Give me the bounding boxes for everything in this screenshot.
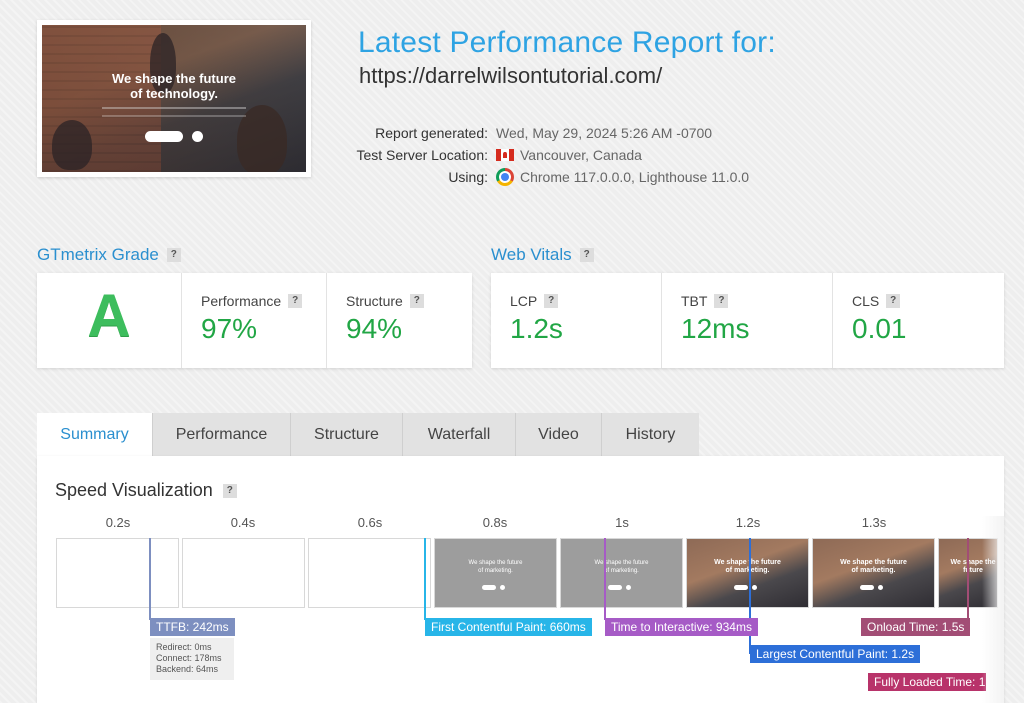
ttfb-breakdown: Redirect: 0ms Connect: 178ms Backend: 64… [150,638,234,680]
site-thumbnail: We shape the future of technology. [37,20,311,177]
lcp-marker-line [749,538,751,654]
chrome-icon [496,168,514,186]
tti-tag[interactable]: Time to Interactive: 934ms [605,618,758,636]
time-label: 1.3s [861,515,887,530]
report-meta: Report generated: Wed, May 29, 2024 5:26… [340,122,749,188]
filmstrip-frame[interactable]: We shape the future of marketing. [812,538,935,608]
fully-loaded-tag[interactable]: Fully Loaded Time: 1. [868,673,986,691]
lcp-tag[interactable]: Largest Contentful Paint: 1.2s [750,645,921,663]
grade-card: A Performance? 97% Structure? 94% [37,273,472,368]
ttfb-tag[interactable]: TTFB: 242ms [150,618,235,636]
tab-structure[interactable]: Structure [291,413,403,456]
time-label: 0.4s [230,515,256,530]
filmstrip-frame[interactable]: We shape the future of marketing. [434,538,557,608]
help-icon[interactable]: ? [714,294,729,308]
meta-row-report-generated: Report generated: Wed, May 29, 2024 5:26… [375,125,713,141]
thumbnail-headline: We shape the future of technology. [111,71,236,101]
tab-summary[interactable]: Summary [37,413,153,456]
speed-visualization-heading: Speed Visualization ? [55,480,237,501]
site-screenshot: We shape the future of technology. [42,25,306,172]
gtmetrix-grade-heading: GTmetrix Grade ? [37,245,181,265]
time-label: 1.2s [735,515,761,530]
filmstrip-frame[interactable] [308,538,431,608]
fcp-tag[interactable]: First Contentful Paint: 660ms [425,618,592,636]
help-icon[interactable]: ? [288,294,303,308]
help-icon[interactable]: ? [886,294,901,308]
onload-marker-line [967,538,969,620]
thumbnail-subtext [102,107,246,117]
lcp-cell: LCP? 1.2s [491,273,662,368]
time-label: 1s [615,515,629,530]
filmstrip-frame[interactable] [56,538,179,608]
time-label: 0.2s [105,515,131,530]
cls-value: 0.01 [852,313,907,344]
performance-score: 97% [201,313,258,344]
grade-letter: A [87,282,131,349]
report-url[interactable]: https://darrelwilsontutorial.com/ [359,63,662,89]
tab-history[interactable]: History [602,413,699,456]
performance-score-cell: Performance? 97% [182,273,327,368]
canada-flag-icon [496,149,514,161]
person-silhouette [52,120,92,170]
tab-performance[interactable]: Performance [153,413,291,456]
summary-panel: Speed Visualization ? 0.2s 0.4s 0.6s 0.8… [37,456,1004,703]
report-title: Latest Performance Report for: [358,26,776,59]
cls-cell: CLS? 0.01 [852,293,907,344]
time-label: 0.6s [357,515,383,530]
meta-row-using: Using: Chrome 117.0.0.0, Lighthouse 11.0… [448,168,750,186]
tti-marker-line [604,538,606,620]
filmstrip-frame[interactable]: We shape the future of marketing. [560,538,683,608]
web-vitals-card: LCP? 1.2s TBT? 12ms CLS? 0.01 [491,273,1004,368]
thumbnail-button [145,131,183,142]
help-icon[interactable]: ? [409,294,424,308]
tab-video[interactable]: Video [516,413,602,456]
ttfb-marker-line [149,538,151,620]
grade-letter-cell: A [37,273,182,368]
help-icon[interactable]: ? [544,294,559,308]
time-label: 0.8s [482,515,508,530]
filmstrip-frame[interactable] [182,538,305,608]
structure-score-cell: Structure? 94% [327,273,472,368]
tbt-value: 12ms [681,313,750,344]
lcp-value: 1.2s [510,313,563,344]
fcp-marker-line [424,538,426,620]
meta-row-location: Test Server Location: Vancouver, Canada [356,147,642,163]
web-vitals-heading: Web Vitals ? [491,245,594,265]
help-icon[interactable]: ? [579,248,594,262]
help-icon[interactable]: ? [166,248,181,262]
help-icon[interactable]: ? [222,483,237,498]
filmstrip-frame[interactable]: We shape the future of marketing. [686,538,809,608]
thumbnail-round-button [192,131,203,142]
structure-score: 94% [346,313,403,344]
onload-tag[interactable]: Onload Time: 1.5s [861,618,971,636]
tbt-cell: TBT? 12ms [662,273,833,368]
tab-waterfall[interactable]: Waterfall [403,413,516,456]
report-tabs: Summary Performance Structure Waterfall … [37,413,699,456]
scroll-fade [982,516,1004,703]
